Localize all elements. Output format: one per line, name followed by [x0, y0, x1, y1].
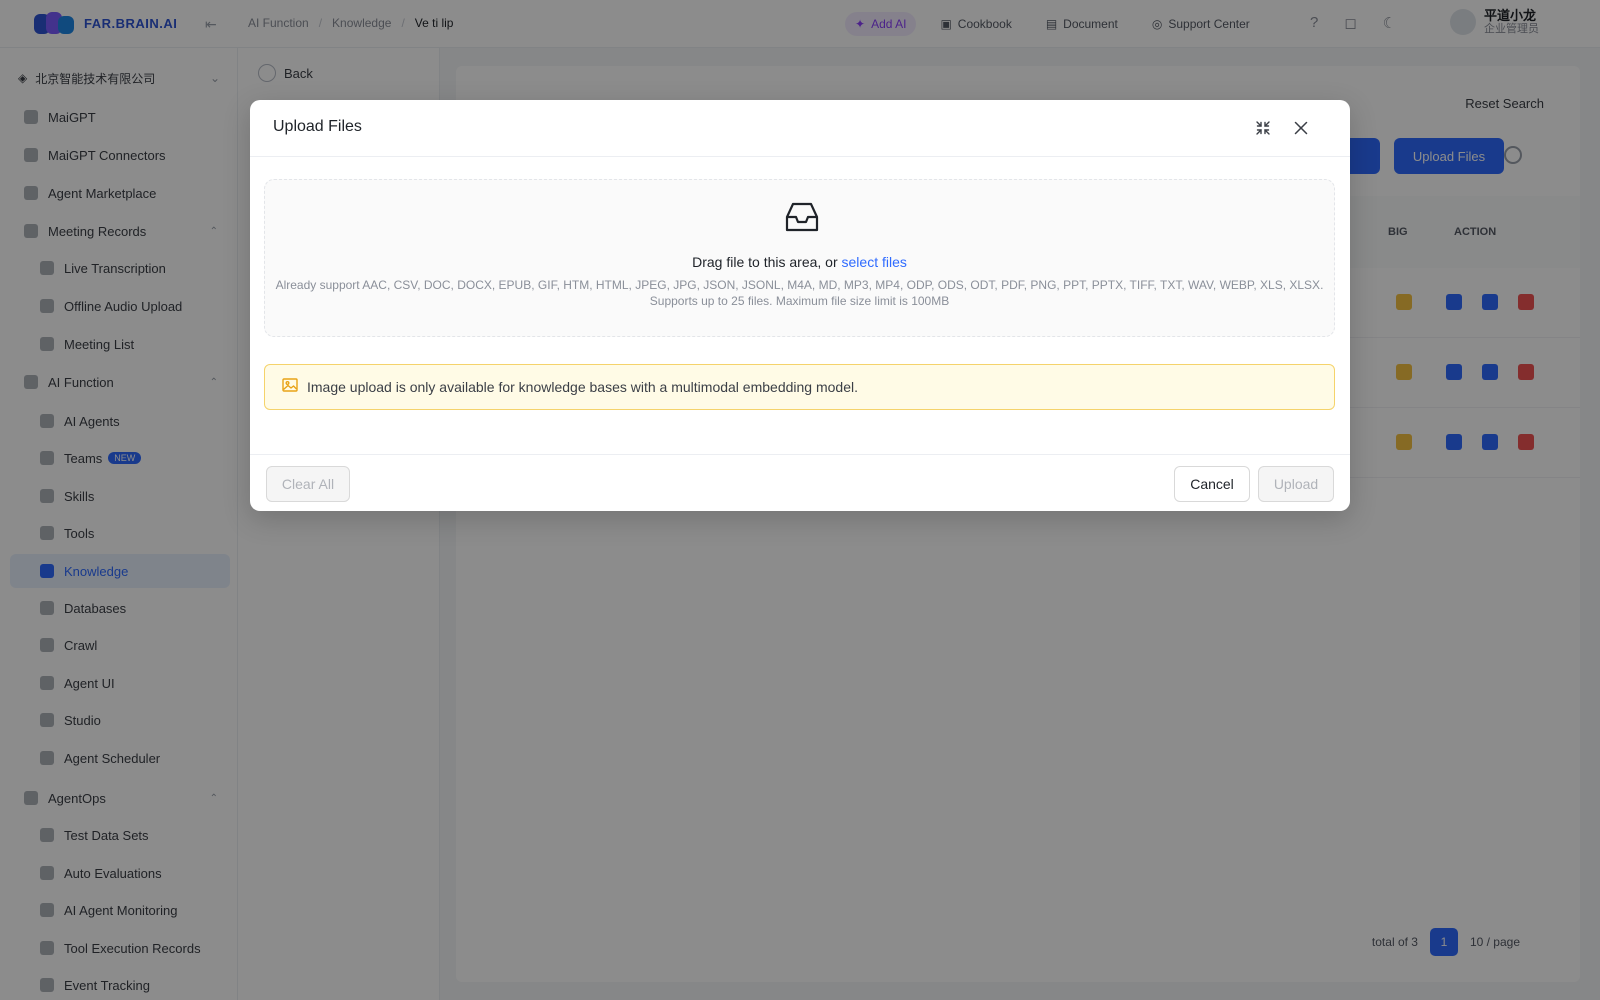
upload-files-dialog: Upload Files Drag file to this area, or …	[250, 100, 1350, 511]
clear-all-button[interactable]: Clear All	[266, 466, 350, 502]
cancel-button[interactable]: Cancel	[1174, 466, 1250, 502]
dialog-footer: Clear All Cancel Upload	[250, 454, 1350, 511]
image-icon	[281, 376, 299, 399]
alert-message: Image upload is only available for knowl…	[307, 379, 858, 395]
drop-text: Drag file to this area, or	[692, 254, 842, 270]
dialog-header: Upload Files	[250, 100, 1350, 157]
dialog-title: Upload Files	[273, 118, 362, 135]
inbox-icon	[784, 199, 820, 235]
fullscreen-exit-icon[interactable]	[1250, 115, 1276, 141]
dropzone-instruction: Drag file to this area, or select files	[265, 254, 1334, 270]
limits-line: Supports up to 25 files. Maximum file si…	[649, 294, 950, 308]
file-dropzone[interactable]: Drag file to this area, or select files …	[264, 179, 1335, 337]
formats-line: Already support AAC, CSV, DOC, DOCX, EPU…	[275, 278, 1324, 292]
supported-formats-hint: Already support AAC, CSV, DOC, DOCX, EPU…	[265, 277, 1334, 309]
select-files-link[interactable]: select files	[842, 254, 907, 270]
upload-button[interactable]: Upload	[1258, 466, 1334, 502]
close-icon[interactable]	[1288, 115, 1314, 141]
image-upload-alert: Image upload is only available for knowl…	[264, 364, 1335, 410]
